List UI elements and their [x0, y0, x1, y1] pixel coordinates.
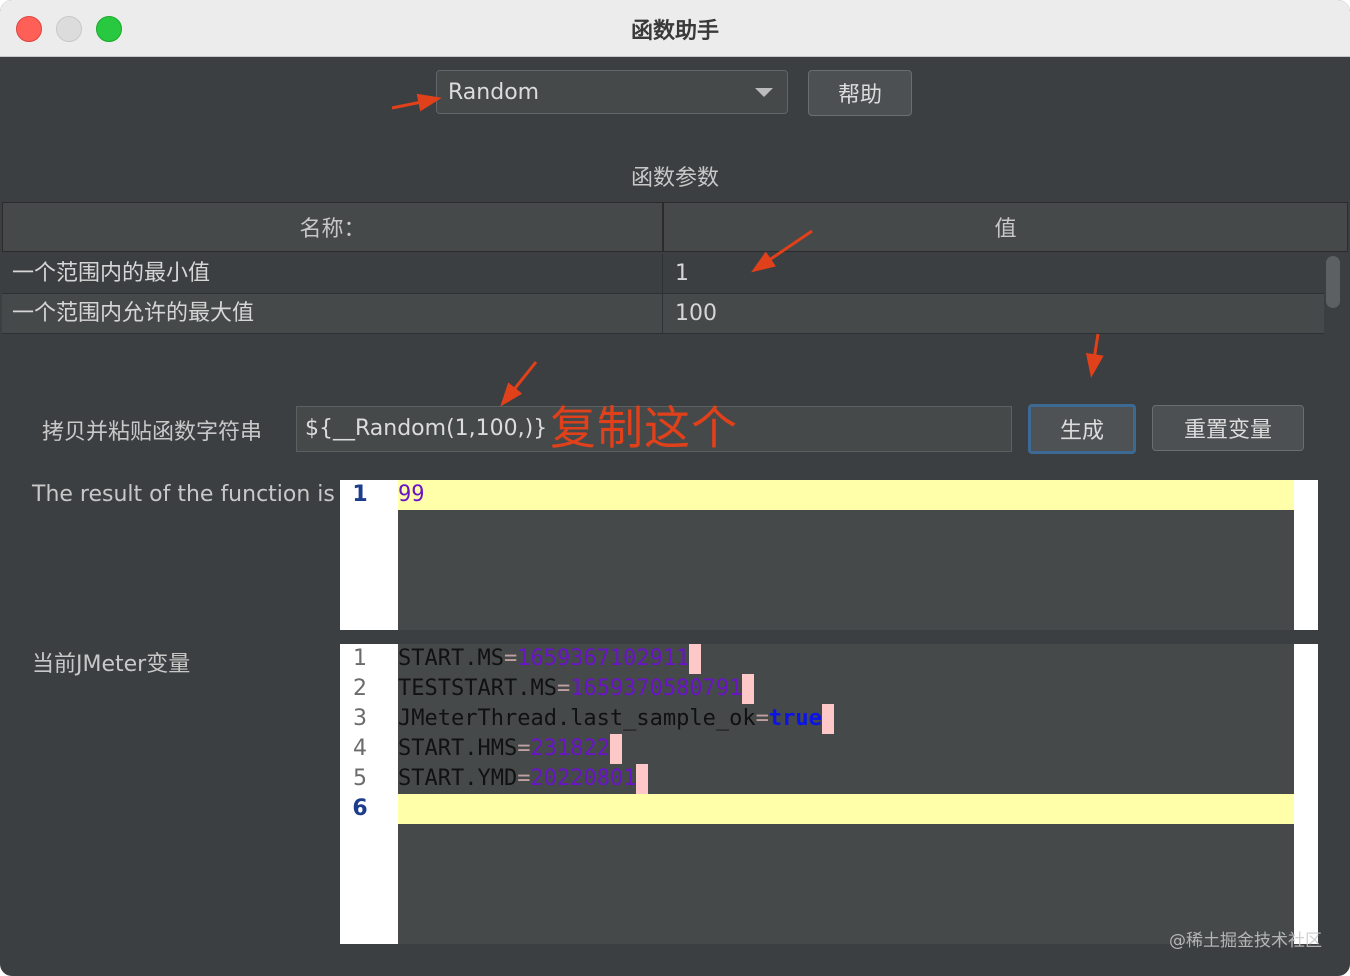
function-helper-window: 函数助手 Random 帮助 函数参数 名称： 值 一个范围内的最小值 1 一个… — [0, 0, 1350, 976]
annotation-arrows — [391, 93, 1104, 407]
watermark: @稀土掘金技术社区 — [1169, 931, 1322, 951]
arrow-to-generate-button — [1085, 333, 1104, 378]
arrow-to-function-string — [500, 361, 538, 407]
arrow-to-function-select — [391, 93, 442, 112]
arrow-to-min-value — [751, 229, 813, 273]
